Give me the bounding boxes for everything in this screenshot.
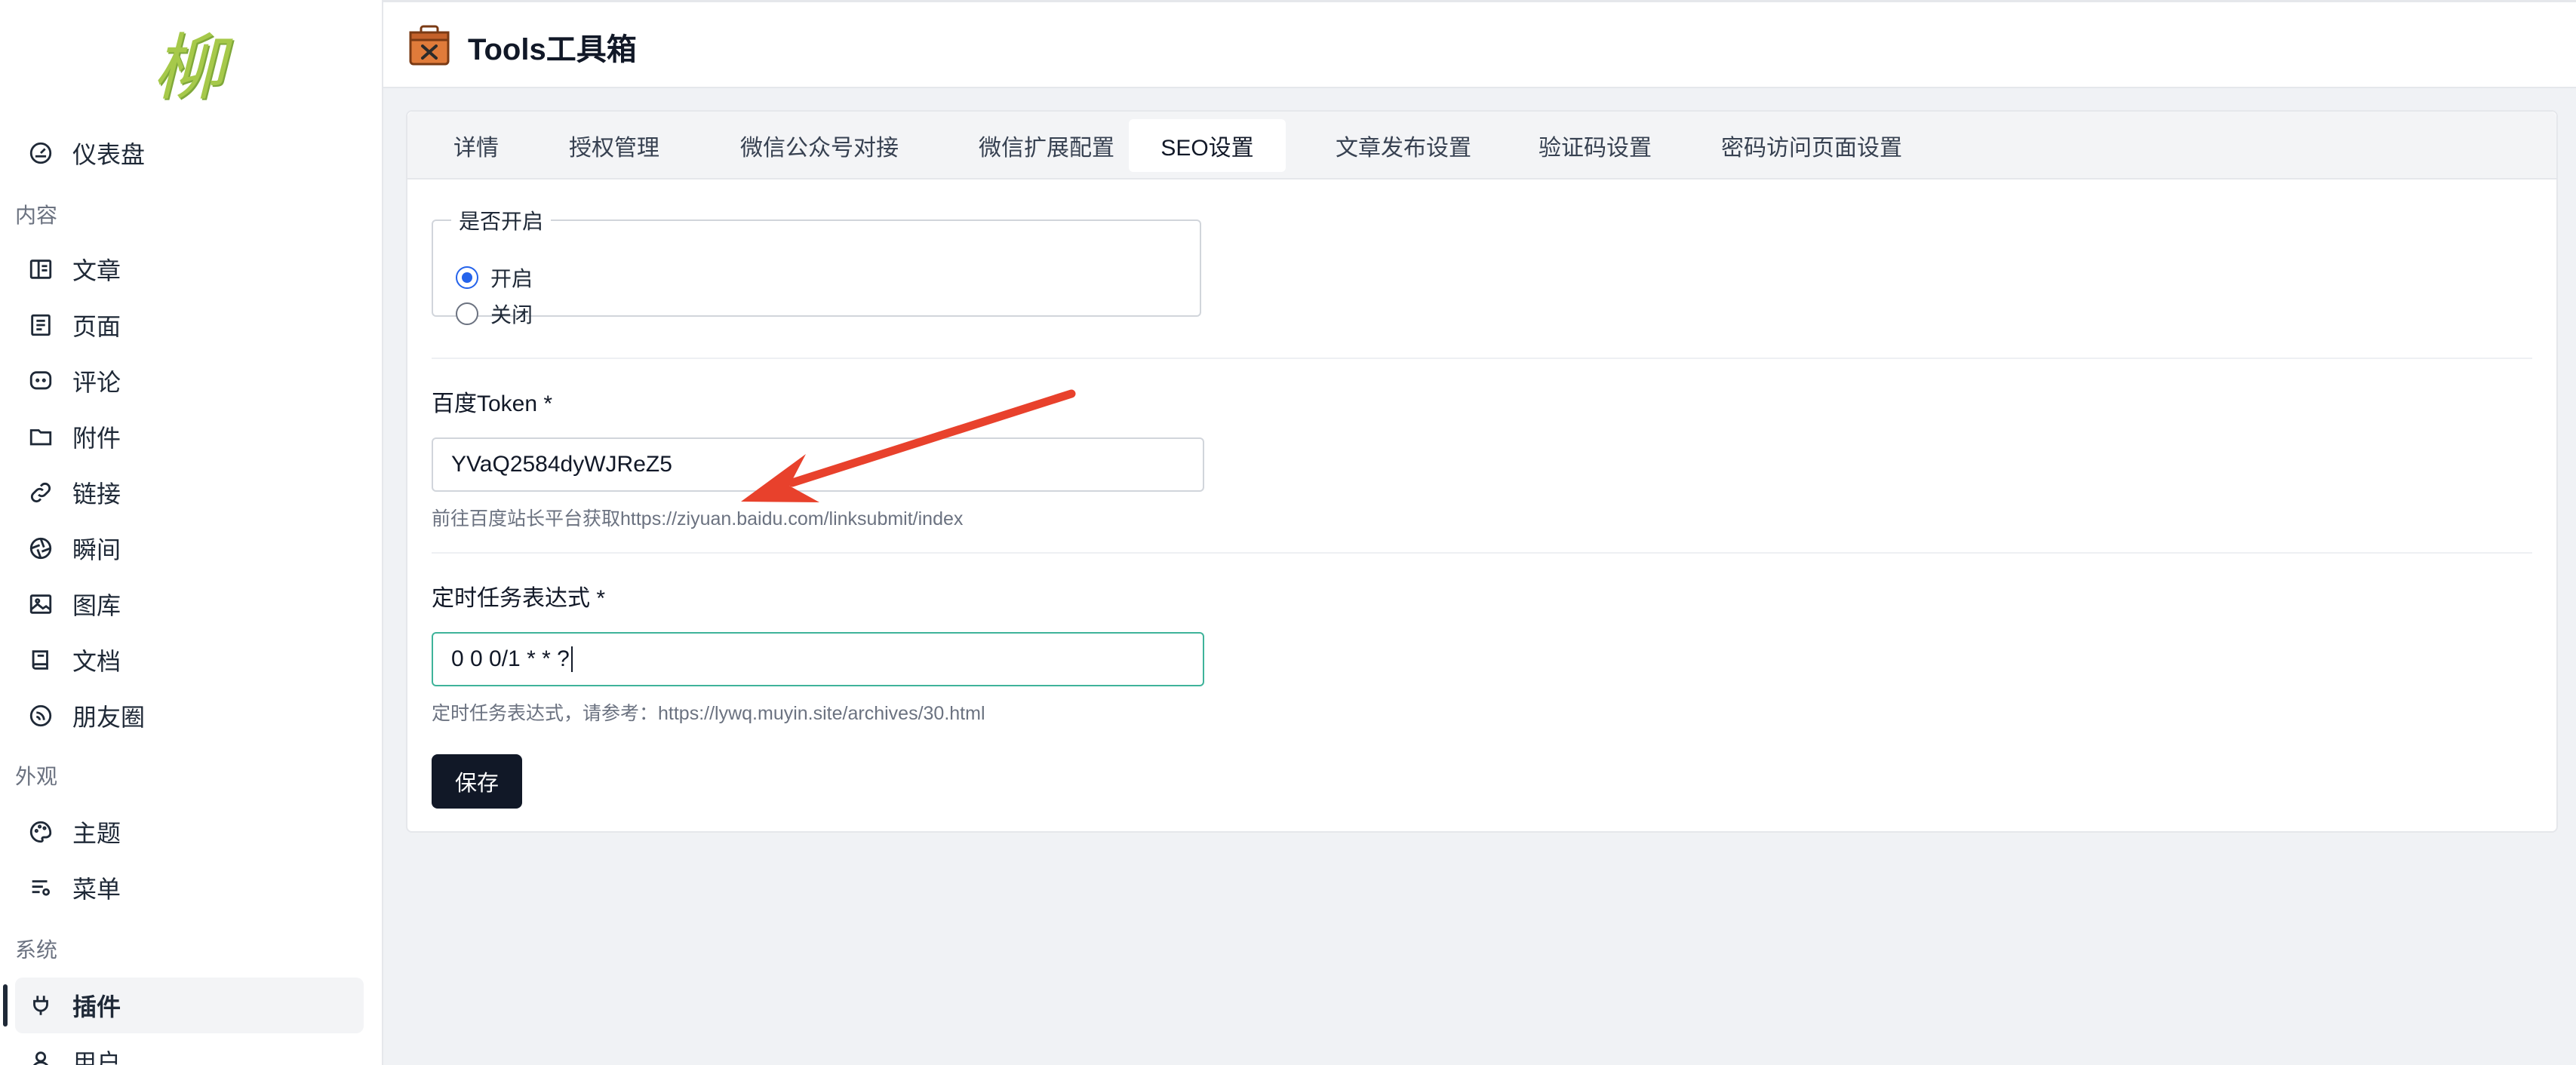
toolbox-icon [409, 25, 450, 66]
enable-legend: 是否开启 [459, 210, 544, 233]
folder-icon [27, 423, 54, 450]
sidebar-item-label: 评论 [72, 369, 121, 396]
sidebar-item-label: 主题 [72, 820, 121, 847]
sidebar-item-menus[interactable]: 菜单 [15, 860, 364, 916]
tab-seo[interactable]: SEO设置 [1129, 119, 1286, 172]
sidebar-item-comments[interactable]: 评论 [15, 353, 364, 409]
link-icon [27, 479, 54, 506]
tab-details[interactable]: 详情 [438, 119, 515, 172]
sidebar-item-dashboard[interactable]: 仪表盘 [15, 125, 364, 181]
radio-option-on[interactable]: 开启 [456, 262, 533, 293]
active-indicator [3, 984, 8, 1027]
sidebar-item-plugins[interactable]: 插件 [15, 978, 364, 1033]
settings-card: 详情 授权管理 微信公众号对接 微信扩展配置 SEO设置 文章发布设置 验证码设… [406, 110, 2558, 833]
sidebar-item-docs[interactable]: 文档 [15, 632, 364, 688]
plug-icon [27, 992, 54, 1019]
rss-icon [27, 702, 54, 729]
radio-label-on: 开启 [490, 267, 533, 290]
sidebar-item-themes[interactable]: 主题 [15, 804, 364, 860]
sidebar-item-friends[interactable]: 朋友圈 [15, 688, 364, 744]
sidebar-item-label: 插件 [72, 993, 121, 1020]
tab-password-page[interactable]: 密码访问页面设置 [1695, 119, 1929, 172]
sidebar-item-label: 朋友圈 [72, 704, 146, 731]
page-layout-icon [27, 312, 54, 339]
sidebar-item-label: 用户 [72, 1049, 121, 1065]
tab-captcha[interactable]: 验证码设置 [1520, 119, 1671, 172]
radio-option-off[interactable]: 关闭 [456, 299, 533, 329]
user-icon [27, 1048, 54, 1065]
cron-value: 0 0 0/1 * * ? [451, 646, 570, 671]
divider [432, 552, 2532, 554]
sidebar-item-label: 页面 [72, 313, 121, 340]
sidebar-item-attachments[interactable]: 附件 [15, 409, 364, 465]
comment-icon [27, 367, 54, 394]
tab-bar: 详情 授权管理 微信公众号对接 微信扩展配置 SEO设置 文章发布设置 验证码设… [407, 112, 2556, 180]
cron-help: 定时任务表达式，请参考：https://lywq.muyin.site/arch… [432, 703, 985, 724]
cron-input[interactable]: 0 0 0/1 * * ? [432, 632, 1204, 686]
sidebar-item-label: 附件 [72, 425, 121, 452]
radio-button-on[interactable] [456, 266, 478, 289]
sidebar-item-label: 文档 [72, 648, 121, 675]
radio-label-off: 关闭 [490, 303, 533, 327]
section-title-system: 系统 [15, 938, 58, 962]
sidebar-item-label: 链接 [72, 480, 121, 508]
sidebar: 柳 仪表盘 内容 文章 页面 评论 附件 链接 瞬间 图库 文档 朋友圈 外观 … [0, 0, 383, 1065]
radio-button-off[interactable] [456, 302, 478, 325]
aperture-icon [27, 535, 54, 562]
app-window: 柳 仪表盘 内容 文章 页面 评论 附件 链接 瞬间 图库 文档 朋友圈 外观 … [0, 0, 2576, 1065]
enable-radio-group: 是否开启 开启 关闭 [432, 205, 1201, 327]
section-title-content: 内容 [15, 204, 58, 227]
menu-settings-icon [27, 874, 54, 901]
gauge-icon [27, 140, 54, 167]
sidebar-item-label: 仪表盘 [72, 141, 146, 168]
sidebar-item-label: 图库 [72, 592, 121, 619]
sidebar-item-moments[interactable]: 瞬间 [15, 520, 364, 576]
sidebar-item-label: 文章 [72, 257, 121, 284]
text-caret [570, 646, 573, 672]
sidebar-item-posts[interactable]: 文章 [15, 241, 364, 297]
palette-icon [27, 818, 54, 846]
image-icon [27, 591, 54, 618]
tab-publish[interactable]: 文章发布设置 [1313, 119, 1494, 172]
sidebar-item-label: 菜单 [72, 876, 121, 903]
save-button[interactable]: 保存 [432, 754, 522, 809]
baidu-token-input[interactable]: YVaQ2584dyWJReZ5 [432, 437, 1204, 492]
sidebar-item-label: 瞬间 [72, 536, 121, 563]
tab-wechat-ext[interactable]: 微信扩展配置 [954, 119, 1139, 172]
sidebar-item-users[interactable]: 用户 [15, 1033, 364, 1065]
baidu-token-value: YVaQ2584dyWJReZ5 [451, 452, 672, 477]
section-title-appearance: 外观 [15, 765, 58, 788]
tab-wechat-mp[interactable]: 微信公众号对接 [714, 119, 925, 172]
sidebar-item-pages[interactable]: 页面 [15, 297, 364, 353]
page-header: Tools工具箱 [383, 2, 2576, 88]
site-logo[interactable]: 柳 [143, 17, 234, 110]
cron-label: 定时任务表达式 * [432, 586, 606, 611]
divider [432, 358, 2532, 359]
baidu-token-label: 百度Token * [432, 391, 553, 416]
sidebar-item-photos[interactable]: 图库 [15, 576, 364, 632]
page-title: Tools工具箱 [468, 33, 637, 66]
baidu-token-help: 前往百度站长平台获取https://ziyuan.baidu.com/links… [432, 508, 964, 529]
sidebar-item-links[interactable]: 链接 [15, 465, 364, 520]
book-icon [27, 646, 54, 674]
tab-license[interactable]: 授权管理 [543, 119, 685, 172]
book-open-icon [27, 256, 54, 283]
